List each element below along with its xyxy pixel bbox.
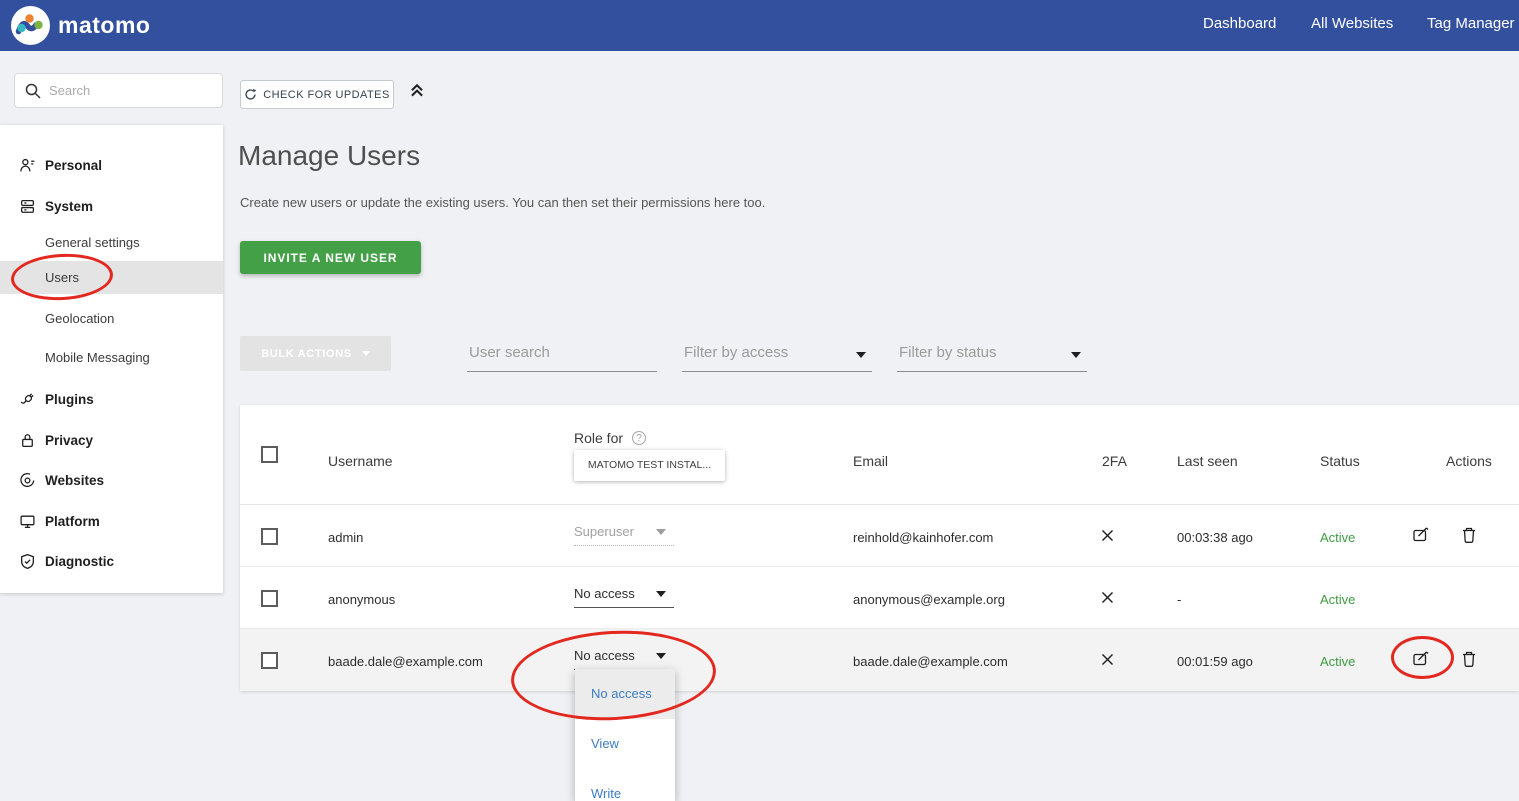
chevron-double-up-icon[interactable] — [408, 81, 426, 99]
filter-by-status-select[interactable]: Filter by status — [897, 338, 1087, 372]
help-icon[interactable]: ? — [632, 431, 646, 445]
topnav-all-websites[interactable]: All Websites — [1311, 15, 1393, 32]
header-email: Email — [853, 453, 888, 469]
lock-icon — [19, 432, 36, 449]
role-option-no-access[interactable]: No access — [575, 669, 675, 719]
header-2fa: 2FA — [1102, 453, 1127, 469]
status-badge: Active — [1320, 654, 1355, 669]
status-badge: Active — [1320, 530, 1355, 545]
refresh-icon — [244, 88, 257, 101]
check-for-updates-button[interactable]: CHECK FOR UPDATES — [240, 80, 394, 109]
header-status: Status — [1320, 453, 1360, 469]
role-option-view[interactable]: View — [575, 719, 675, 769]
username-cell: anonymous — [328, 592, 395, 607]
monitor-icon — [19, 513, 36, 530]
sidebar-item-system[interactable]: System — [0, 193, 223, 221]
table-row: admin Superuser reinhold@kainhofer.com 0… — [240, 505, 1519, 567]
x-mark-icon — [1100, 528, 1115, 543]
username-cell: admin — [328, 530, 363, 545]
sidebar-item-privacy[interactable]: Privacy — [0, 427, 223, 455]
last-seen-cell: 00:03:38 ago — [1177, 530, 1253, 545]
sidebar-search — [14, 73, 223, 108]
sidebar-item-mobile-messaging[interactable]: Mobile Messaging — [0, 345, 223, 371]
role-option-write[interactable]: Write — [575, 769, 675, 801]
table-row: baade.dale@example.com No access baade.d… — [240, 629, 1519, 691]
topnav-tag-manager[interactable]: Tag Manager — [1427, 15, 1515, 32]
caret-down-icon — [656, 529, 666, 535]
sidebar-item-diagnostic[interactable]: Diagnostic — [0, 548, 223, 576]
header-username: Username — [328, 453, 393, 469]
invite-new-user-button[interactable]: INVITE A NEW USER — [240, 241, 421, 274]
role-site-selector[interactable]: MATOMO TEST INSTAL... — [574, 450, 725, 481]
brand-name: matomo — [58, 12, 150, 39]
user-search-field[interactable]: User search — [467, 338, 657, 372]
role-select-open[interactable]: No access — [574, 647, 674, 665]
sidebar-item-general-settings[interactable]: General settings — [0, 230, 223, 256]
sidebar-item-plugins[interactable]: Plugins — [0, 386, 223, 414]
filter-by-access-select[interactable]: Filter by access — [682, 338, 872, 372]
header-last-seen: Last seen — [1177, 453, 1238, 469]
delete-user-button[interactable] — [1461, 650, 1477, 668]
status-badge: Active — [1320, 592, 1355, 607]
delete-user-button[interactable] — [1461, 526, 1477, 544]
admin-sidebar: Personal System General settings Users G… — [0, 125, 223, 593]
shield-check-icon — [19, 553, 36, 570]
row-checkbox[interactable] — [261, 652, 278, 669]
sidebar-item-users[interactable]: Users — [0, 261, 223, 294]
row-checkbox[interactable] — [261, 528, 278, 545]
sidebar-item-websites[interactable]: Websites — [0, 467, 223, 495]
matomo-logo[interactable]: matomo — [10, 5, 150, 46]
person-icon — [19, 157, 36, 174]
caret-down-icon — [656, 653, 666, 659]
last-seen-cell: 00:01:59 ago — [1177, 654, 1253, 669]
page-description: Create new users or update the existing … — [240, 195, 765, 210]
role-select[interactable]: Superuser — [574, 523, 674, 541]
caret-down-icon — [1071, 352, 1081, 358]
role-dropdown-menu: No access View Write — [575, 669, 675, 801]
row-checkbox[interactable] — [261, 590, 278, 607]
table-row: anonymous No access anonymous@example.or… — [240, 567, 1519, 629]
username-cell: baade.dale@example.com — [328, 654, 483, 669]
caret-down-icon — [656, 591, 666, 597]
sidebar-item-platform[interactable]: Platform — [0, 508, 223, 536]
edit-user-button[interactable] — [1412, 650, 1430, 668]
page-title: Manage Users — [238, 140, 420, 172]
table-header-row: Username Role for ? MATOMO TEST INSTAL..… — [240, 405, 1519, 505]
globe-icon — [19, 472, 36, 489]
select-all-checkbox[interactable] — [261, 446, 278, 463]
bulk-actions-button[interactable]: BULK ACTIONS — [240, 336, 391, 371]
role-select[interactable]: No access — [574, 585, 674, 603]
topnav-dashboard[interactable]: Dashboard — [1203, 15, 1276, 32]
users-table: Username Role for ? MATOMO TEST INSTAL..… — [240, 405, 1519, 691]
email-cell: anonymous@example.org — [853, 592, 1005, 607]
x-mark-icon — [1100, 652, 1115, 667]
topbar: matomo Dashboard All Websites Tag Manage… — [0, 0, 1519, 51]
email-cell: baade.dale@example.com — [853, 654, 1008, 669]
caret-down-icon — [362, 351, 370, 356]
header-role-for: Role for — [574, 430, 623, 446]
header-actions: Actions — [1446, 453, 1492, 469]
sidebar-item-personal[interactable]: Personal — [0, 152, 223, 180]
x-mark-icon — [1100, 590, 1115, 605]
edit-user-button[interactable] — [1412, 526, 1430, 544]
matomo-logo-icon — [10, 5, 51, 46]
server-icon — [19, 198, 36, 215]
sidebar-item-geolocation[interactable]: Geolocation — [0, 306, 223, 332]
caret-down-icon — [856, 352, 866, 358]
email-cell: reinhold@kainhofer.com — [853, 530, 993, 545]
last-seen-cell: - — [1177, 592, 1181, 607]
search-icon — [24, 82, 42, 100]
plug-icon — [19, 391, 36, 408]
search-input[interactable] — [49, 74, 219, 107]
